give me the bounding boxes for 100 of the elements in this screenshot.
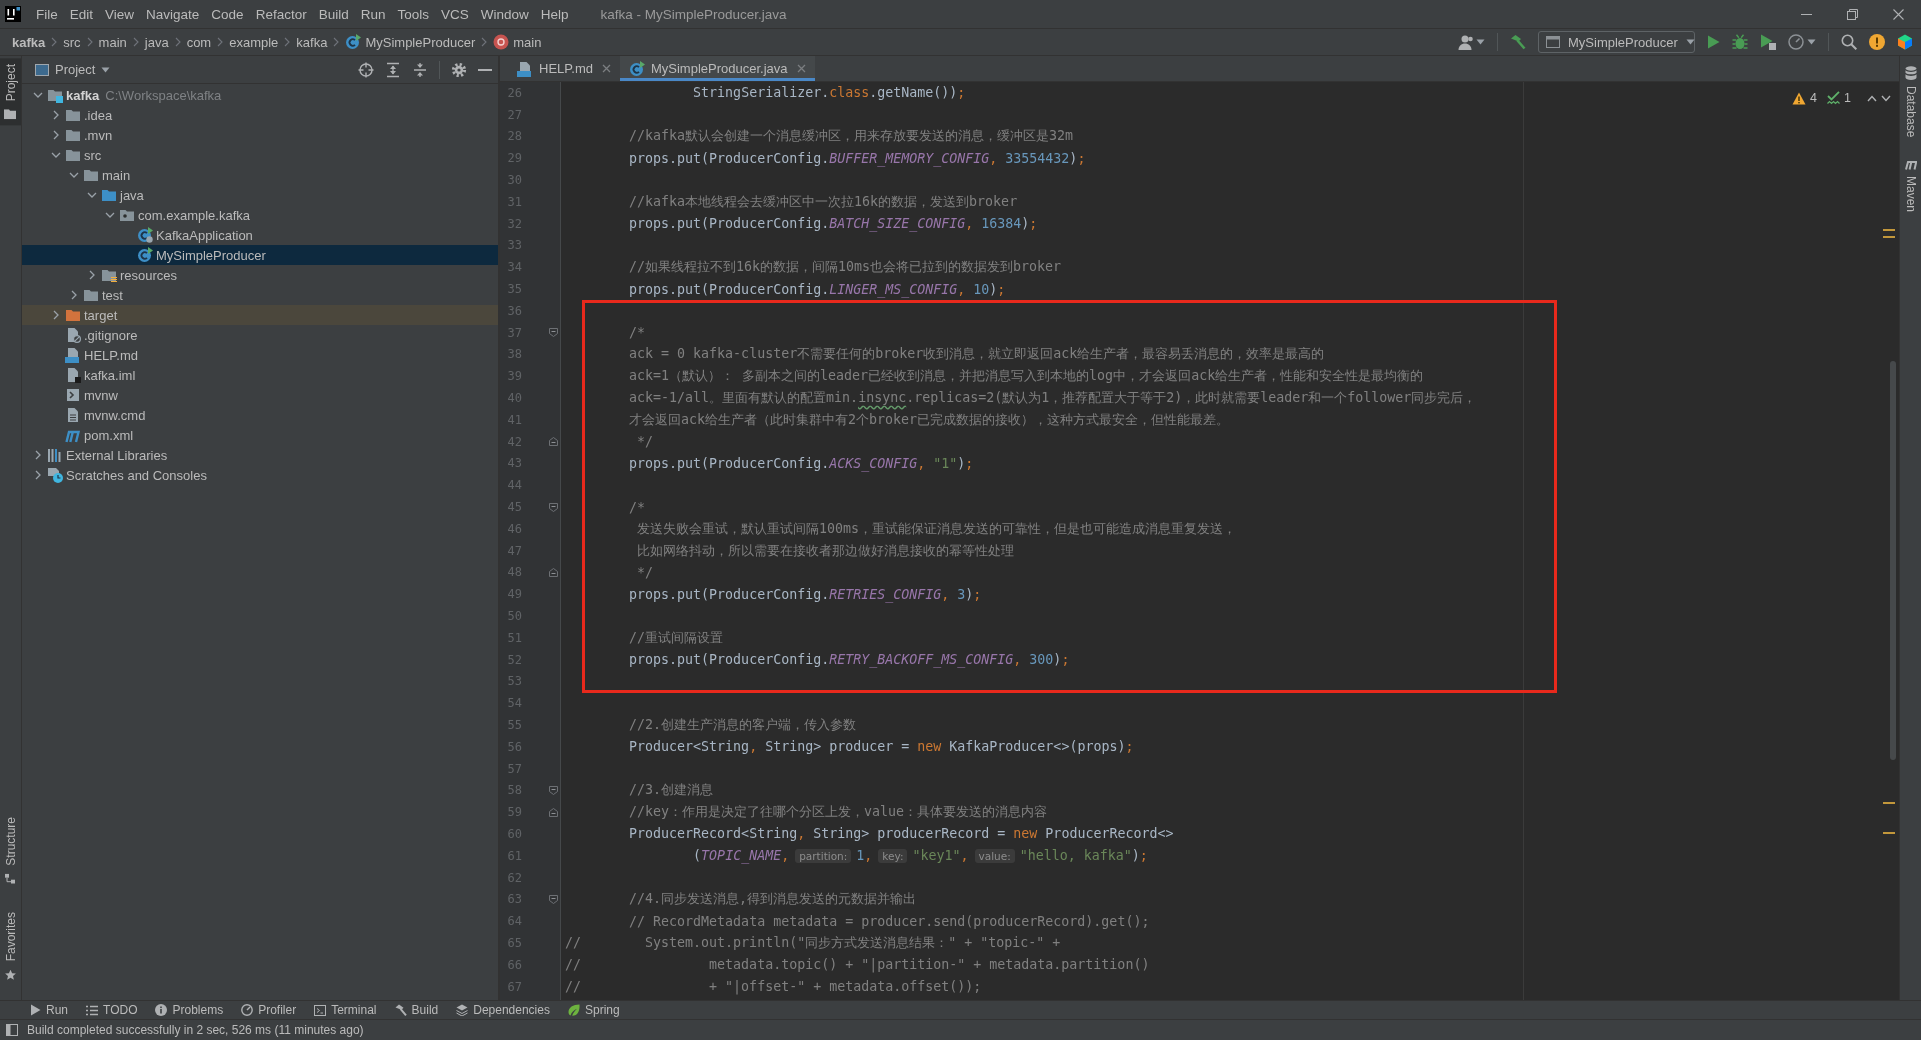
warning-count[interactable]: 4 [1810,91,1818,105]
tree-item[interactable]: KafkaApplication [22,225,498,245]
tree-item[interactable]: test [22,285,498,305]
tool-window-button[interactable]: Profiler [232,1001,306,1019]
close-icon[interactable] [796,64,806,73]
search-icon[interactable] [1841,34,1857,50]
tree-item[interactable]: kafka C:\Workspace\kafka [22,85,498,105]
tree-item[interactable]: mvnw [22,385,498,405]
tree-item[interactable]: target [22,305,498,325]
check-icon[interactable] [1827,91,1841,105]
menu-item[interactable]: Tools [391,4,435,24]
breadcrumb-item[interactable]: com [186,34,212,50]
tree-item[interactable]: resources [22,265,498,285]
fold-marker-icon[interactable] [549,567,558,577]
chevron-right-icon[interactable] [33,450,43,460]
caret-icon[interactable] [1476,39,1485,45]
run-icon[interactable] [1707,35,1720,49]
menu-item[interactable]: VCS [435,4,475,24]
caret-icon[interactable] [1807,39,1816,45]
tool-window-button[interactable]: TODO [77,1001,147,1019]
tree-item[interactable]: com.example.kafka [22,205,498,225]
tree-item[interactable]: .gitignore [22,325,498,345]
breadcrumb-item[interactable]: src [63,34,81,50]
tree-item[interactable]: kafka.iml [22,365,498,385]
chevron-down-icon[interactable] [51,150,61,160]
fold-marker-icon[interactable] [549,502,558,512]
menu-item[interactable]: Edit [63,4,100,24]
warning-icon[interactable] [1792,91,1807,105]
fold-marker-icon[interactable] [549,328,558,338]
breadcrumb-item[interactable]: kafka [12,34,46,50]
settings-icon[interactable] [451,61,467,78]
tool-window-button[interactable]: Run [21,1001,77,1019]
tree-item[interactable]: .mvn [22,125,498,145]
tool-window-tab[interactable]: Project [0,58,21,126]
tree-item[interactable]: .idea [22,105,498,125]
fold-marker-icon[interactable] [549,785,558,795]
tree-item[interactable]: Scratches and Consoles [22,465,498,485]
close-icon[interactable] [601,64,611,73]
breadcrumb-item[interactable]: main [98,34,127,50]
typo-count[interactable]: 1 [1844,91,1851,105]
tree-item[interactable]: mvnw.cmd [22,405,498,425]
tool-window-tab[interactable]: Database [1900,62,1921,142]
chevron-down-icon[interactable] [87,190,97,200]
chevron-right-icon[interactable] [51,310,61,320]
tool-window-button[interactable]: Build [385,1001,448,1019]
breadcrumb-item[interactable]: main [493,34,542,50]
editor-tab[interactable]: HELP.md [508,56,620,81]
next-icon[interactable] [1881,94,1891,102]
restore-icon[interactable] [1846,8,1858,20]
tree-item[interactable]: External Libraries [22,445,498,465]
tool-window-tab[interactable]: Favorites [0,905,21,986]
tree-item[interactable]: src [22,145,498,165]
minimize-icon[interactable] [1800,13,1812,15]
locate-icon[interactable] [358,61,374,78]
close-icon[interactable] [1892,8,1904,20]
expand-all-icon[interactable] [385,61,401,78]
bug-icon[interactable] [1732,34,1748,50]
fold-marker-icon[interactable] [549,894,558,904]
menu-item[interactable]: Refactor [249,4,313,24]
breadcrumb-item[interactable]: kafka [296,34,328,50]
tool-window-tab[interactable]: Structure [0,810,21,890]
hide-icon[interactable] [478,68,492,71]
menu-item[interactable]: Run [354,4,392,24]
cube-icon[interactable] [1897,34,1913,50]
menu-item[interactable]: File [30,4,64,24]
chevron-down-icon[interactable] [69,170,79,180]
panel-icon[interactable] [6,1024,18,1036]
chevron-right-icon[interactable] [33,470,43,480]
menu-item[interactable]: Window [474,4,535,24]
scroll-thumb[interactable] [1890,361,1896,760]
menu-item[interactable]: Build [312,4,355,24]
collapse-all-icon[interactable] [412,61,428,78]
tree-item[interactable]: pom.xml [22,425,498,445]
breadcrumb-item[interactable]: example [229,34,279,50]
tree-item[interactable]: HELP.md [22,345,498,365]
exclamation-icon[interactable] [1869,34,1885,50]
breadcrumb-item[interactable]: java [144,34,169,50]
tree-item[interactable]: java [22,185,498,205]
hammer-icon[interactable] [1510,34,1526,50]
coverage-icon[interactable] [1760,34,1776,50]
tree-item[interactable]: main [22,165,498,185]
fold-marker-icon[interactable] [549,807,558,817]
tool-window-button[interactable]: Terminal [305,1001,386,1019]
editor-tab[interactable]: MySimpleProducer.java [619,56,815,81]
gauge-icon[interactable] [1788,34,1804,50]
chevron-right-icon[interactable] [87,270,97,280]
tree-item[interactable]: MySimpleProducer [22,245,498,265]
menu-item[interactable]: Help [534,4,575,24]
chevron-right-icon[interactable] [69,290,79,300]
menu-item[interactable]: View [99,4,141,24]
fold-marker-icon[interactable] [549,437,558,447]
tool-window-button[interactable]: Problems [146,1001,233,1019]
tool-window-tab[interactable]: Maven [1900,155,1921,217]
menu-item[interactable]: Code [205,4,250,24]
chevron-down-icon[interactable] [105,210,115,220]
tool-window-button[interactable]: Spring [558,1001,629,1019]
view-selector[interactable]: Project [35,62,111,77]
run-config-dropdown[interactable]: MySimpleProducer [1538,31,1695,53]
tool-window-button[interactable]: Dependencies [447,1001,559,1019]
user-icon[interactable] [1458,34,1473,50]
